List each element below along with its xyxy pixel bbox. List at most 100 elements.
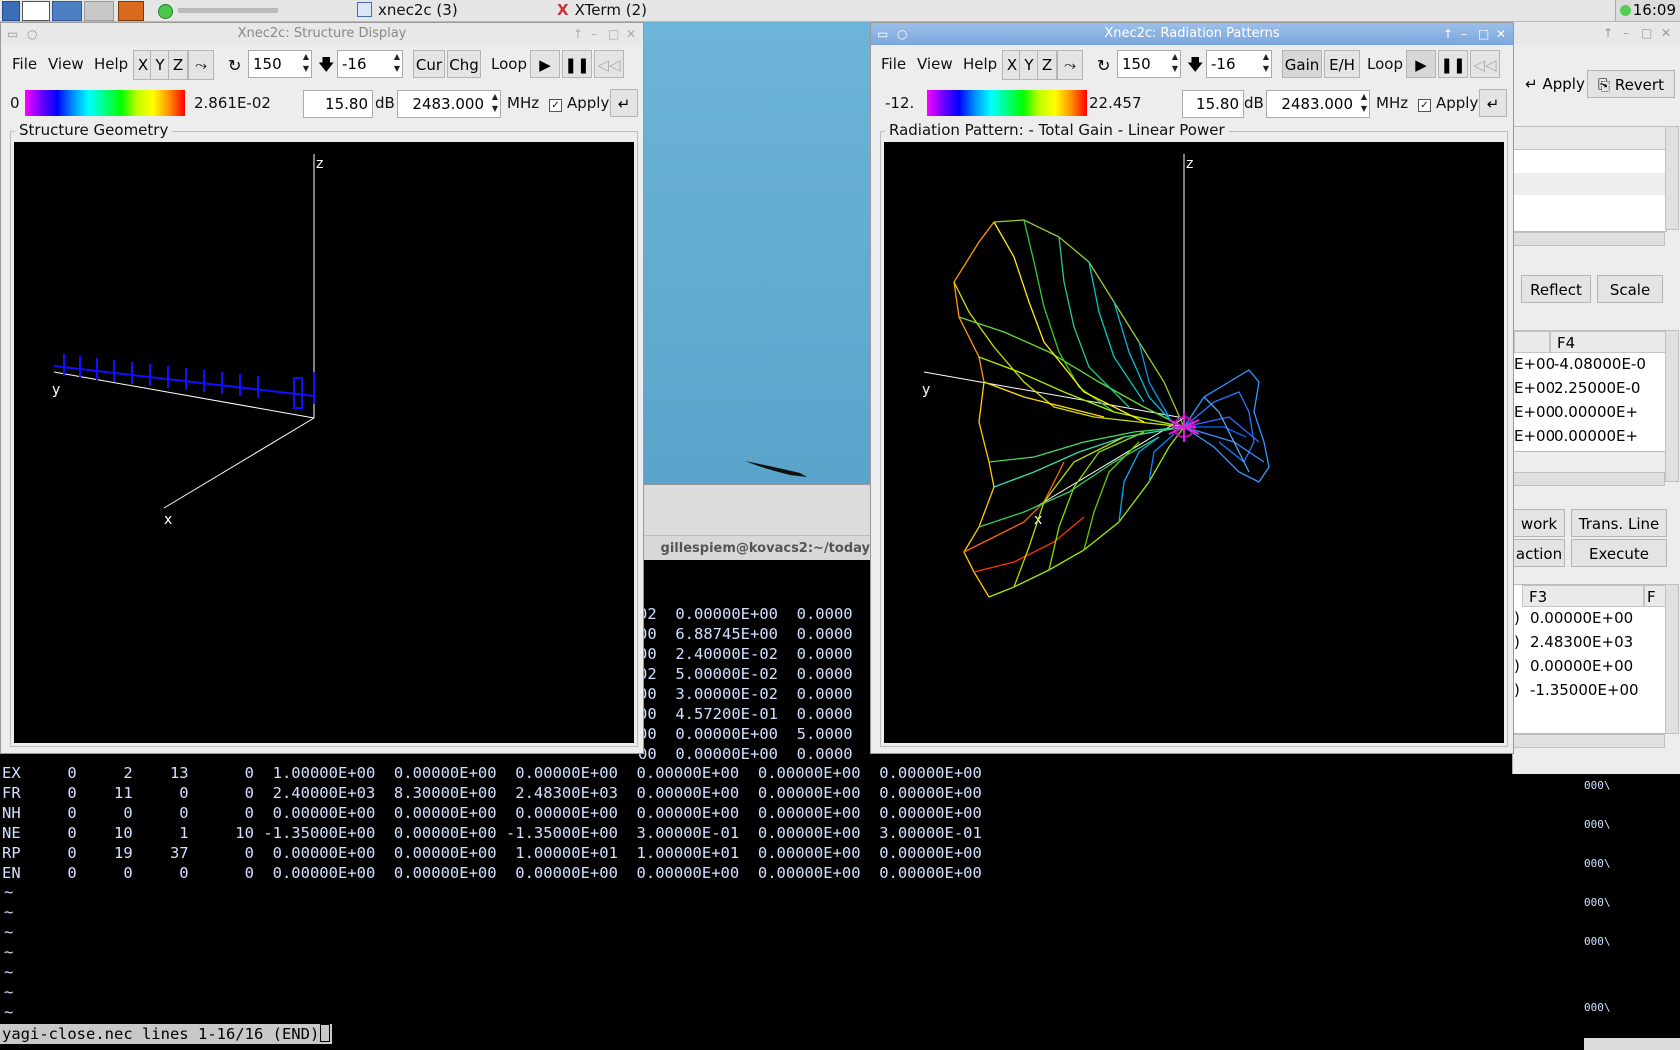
desktop-2-icon[interactable]: [52, 1, 82, 21]
column-header-prev[interactable]: [1514, 331, 1550, 353]
excitation-table[interactable]: F3 F ) 0.00000E+00 ) 2.48300E+03 ) 0.000…: [1513, 584, 1667, 734]
tilt-spinner[interactable]: -16 ▲ ▼: [1206, 50, 1272, 78]
close-icon[interactable]: ✕: [1661, 22, 1671, 44]
desktop-3-icon[interactable]: [84, 1, 114, 21]
clock[interactable]: 16:09: [1614, 0, 1680, 21]
list-hscrollbar[interactable]: [1513, 232, 1665, 246]
frequency-table[interactable]: F4 E+00 -4.08000E-0 E+00 2.25000E-0 E+00…: [1513, 330, 1667, 452]
z-axis-button[interactable]: Z: [168, 50, 188, 80]
shade-icon[interactable]: ↑: [1443, 23, 1453, 45]
table-cell: 0.00000E+: [1554, 403, 1639, 421]
charges-button[interactable]: Chg: [447, 50, 481, 78]
list-vscrollbar[interactable]: [1665, 126, 1679, 230]
network-button[interactable]: work: [1513, 509, 1565, 537]
menu-help[interactable]: Help: [963, 55, 997, 73]
gain-button[interactable]: Gain: [1282, 50, 1322, 78]
execute-button[interactable]: Execute: [1571, 539, 1667, 567]
terminal-line: EN 0 0 0 0 0.00000E+00 0.00000E+00 0.000…: [2, 864, 982, 882]
minimize-icon[interactable]: –: [591, 23, 597, 45]
table2-vscrollbar[interactable]: [1665, 584, 1679, 734]
apply-button[interactable]: ↵ Apply: [1521, 70, 1589, 98]
default-view-button[interactable]: ⤳: [188, 50, 214, 80]
desktop-1-icon[interactable]: [22, 1, 50, 21]
menu-view[interactable]: View: [48, 55, 84, 73]
apply-checkbox[interactable]: ✓ Apply: [549, 94, 609, 112]
scale-button[interactable]: Scale: [1597, 275, 1663, 303]
empty-line-marker: ~: [4, 903, 14, 921]
terminal-line: RP 0 19 37 0 0.00000E+00 0.00000E+00 1.0…: [2, 844, 982, 862]
y-axis-button[interactable]: Y: [150, 50, 170, 80]
terminal-scrollbar[interactable]: [1584, 1038, 1680, 1050]
gain-field[interactable]: 15.80: [303, 90, 373, 118]
tilt-spinner[interactable]: -16 ▲ ▼: [337, 50, 403, 78]
minimize-icon[interactable]: –: [1623, 22, 1629, 44]
apply-checkbox[interactable]: ✓ Apply: [1418, 94, 1478, 112]
frequency-spinner[interactable]: 2483.000 ▲ ▼: [1266, 90, 1370, 118]
rotate-spinner[interactable]: 150 ▲ ▼: [248, 50, 312, 78]
minimize-icon[interactable]: –: [1461, 23, 1467, 45]
enter-button[interactable]: ↵: [610, 89, 638, 117]
task-xterm[interactable]: X XTerm (2): [557, 0, 647, 21]
revert-button[interactable]: ⎘ Revert: [1587, 70, 1675, 98]
checkmark-icon: ✓: [549, 99, 562, 112]
play-button[interactable]: ▶: [530, 50, 560, 78]
list-view[interactable]: [1513, 126, 1667, 232]
table1-hscrollbar[interactable]: [1513, 472, 1665, 486]
terminal-line: 02 5.00000E-02 0.0000: [638, 665, 853, 683]
pause-button[interactable]: ❚❚: [562, 50, 592, 78]
currents-button[interactable]: Cur: [413, 50, 445, 78]
play-button[interactable]: ▶: [1406, 50, 1436, 78]
window-menu-icon[interactable]: ▭: [7, 23, 18, 45]
close-icon[interactable]: ✕: [626, 23, 636, 45]
frequency-spinner[interactable]: 2483.000 ▲ ▼: [397, 90, 501, 118]
z-axis-button[interactable]: Z: [1037, 50, 1057, 80]
list-row[interactable]: [1514, 173, 1666, 195]
menu-file[interactable]: File: [12, 55, 37, 73]
sticky-icon[interactable]: ○: [897, 23, 907, 45]
maximize-icon[interactable]: □: [608, 23, 619, 45]
pause-button[interactable]: ❚❚: [1438, 50, 1468, 78]
structure-window-titlebar[interactable]: ▭ ○ Xnec2c: Structure Display ↑ – □ ✕: [1, 23, 643, 45]
menu-icon[interactable]: [2, 1, 20, 21]
rewind-button[interactable]: ◁◁: [594, 50, 624, 78]
maximize-icon[interactable]: □: [1641, 22, 1652, 44]
radiation-canvas[interactable]: z y x: [884, 142, 1504, 743]
window-menu-icon[interactable]: ▭: [877, 23, 888, 45]
terminal-line: NE 0 10 1 10 -1.35000E+00 0.00000E+00 -1…: [2, 824, 982, 842]
close-icon[interactable]: ✕: [1496, 23, 1506, 45]
network-status-icon[interactable]: [158, 4, 173, 19]
column-header-f3[interactable]: F3: [1522, 585, 1644, 607]
shade-icon[interactable]: ↑: [573, 23, 583, 45]
eh-field-button[interactable]: E/H: [1324, 50, 1360, 78]
menu-file[interactable]: File: [881, 55, 906, 73]
column-header-f4[interactable]: F4: [1550, 331, 1666, 353]
sticky-icon[interactable]: ○: [27, 23, 37, 45]
yagi-antenna: [53, 354, 315, 409]
default-view-button[interactable]: ⤳: [1057, 50, 1083, 80]
task-xnec2c[interactable]: xnec2c (3): [357, 0, 458, 21]
table1-vscrollbar[interactable]: [1665, 330, 1679, 482]
menu-help[interactable]: Help: [94, 55, 128, 73]
structure-canvas[interactable]: z y x: [14, 142, 634, 743]
table2-hscrollbar[interactable]: [1513, 734, 1665, 748]
gain-field[interactable]: 15.80: [1182, 90, 1244, 118]
pause-icon: ❚❚: [564, 56, 590, 74]
trans-line-button[interactable]: Trans. Line: [1571, 509, 1667, 537]
terminal-line: NH 0 0 0 0 0.00000E+00 0.00000E+00 0.000…: [2, 804, 982, 822]
radiation-window-titlebar[interactable]: ▭ ○ Xnec2c: Radiation Patterns ↑ – □ ✕: [871, 23, 1513, 45]
reset-view-icon: ⤳: [1063, 56, 1076, 74]
maximize-icon[interactable]: □: [1478, 23, 1489, 45]
rotate-spinner[interactable]: 150 ▲ ▼: [1117, 50, 1181, 78]
y-axis-button[interactable]: Y: [1019, 50, 1039, 80]
enter-button[interactable]: ↵: [1479, 89, 1507, 117]
app-launcher-icon[interactable]: [118, 1, 144, 21]
mhz-label: MHz: [1376, 94, 1409, 112]
column-header-f[interactable]: F: [1644, 585, 1666, 607]
action-button[interactable]: action: [1513, 539, 1565, 567]
rewind-button[interactable]: ◁◁: [1470, 50, 1500, 78]
shade-icon[interactable]: ↑: [1603, 22, 1613, 44]
menu-view[interactable]: View: [917, 55, 953, 73]
reflect-button[interactable]: Reflect: [1521, 275, 1591, 303]
table-cell: E+00: [1514, 355, 1556, 373]
scale-max: 22.457: [1089, 94, 1142, 112]
